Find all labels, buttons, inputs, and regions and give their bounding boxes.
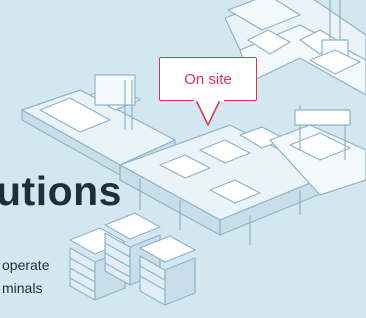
hero-body-line-2: minals xyxy=(0,280,45,296)
tray-stack-right xyxy=(139,235,196,306)
callout-label: On site xyxy=(184,70,232,88)
callout-tail xyxy=(194,99,224,126)
on-site-callout: On site xyxy=(159,57,257,101)
factory-illustration xyxy=(21,0,366,306)
hero-body-line-1: operate xyxy=(0,257,52,273)
hero-headline: utions xyxy=(0,168,122,214)
